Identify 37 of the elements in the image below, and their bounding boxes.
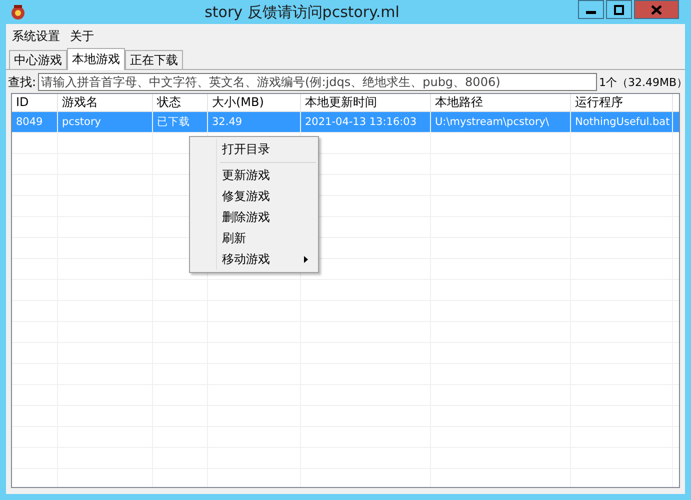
minimize-icon — [586, 11, 596, 14]
column-header[interactable]: 游戏名 — [58, 94, 153, 111]
column-header[interactable]: 本地路径 — [431, 94, 571, 111]
menu-item[interactable]: 更新游戏 — [190, 165, 318, 186]
column-header[interactable]: ID — [12, 94, 58, 111]
tab[interactable]: 本地游戏 — [67, 48, 125, 70]
submenu-arrow-icon — [304, 256, 308, 263]
tab[interactable]: 正在下载 — [125, 50, 183, 69]
close-button[interactable] — [634, 0, 679, 19]
search-field[interactable]: 请输入拼音首字母、中文字符、英文名、游戏编号(例:jdqs、绝地求生、pubg、8006) — [38, 73, 597, 91]
menu-bar-item[interactable]: 关于 — [66, 28, 98, 44]
table-cell: NothingUseful.bat — [571, 112, 673, 132]
close-icon — [651, 4, 662, 14]
table-cell: 8049 — [12, 112, 58, 132]
search-label: 查找: — [8, 74, 36, 90]
maximize-button[interactable] — [606, 0, 632, 19]
column-header[interactable]: 本地更新时间 — [301, 94, 431, 111]
summary-text: 1个（32.49MB） — [599, 74, 683, 90]
table-cell: 32.49 — [208, 112, 301, 132]
column-header[interactable]: 大小(MB) — [208, 94, 301, 111]
menu-item[interactable]: 修复游戏 — [190, 186, 318, 207]
menu-item[interactable]: 删除游戏 — [190, 207, 318, 228]
menu-item[interactable]: 移动游戏 — [190, 249, 318, 270]
app-icon — [10, 4, 26, 20]
table-cell: 2021-04-13 13:16:03 — [301, 112, 431, 132]
minimize-button[interactable] — [578, 0, 604, 19]
table-cell: U:\mystream\pcstory\ — [431, 112, 571, 132]
column-header[interactable]: 状态 — [153, 94, 208, 111]
column-header[interactable]: 运行程序 — [571, 94, 673, 111]
menu-bar-item[interactable]: 系统设置 — [8, 28, 64, 44]
table-cell: pcstory — [58, 112, 153, 132]
table-cell: 已下载 — [153, 112, 208, 132]
tab[interactable]: 中心游戏 — [9, 50, 67, 69]
menu-item[interactable]: 打开目录 — [190, 139, 318, 160]
menu-item[interactable]: 刷新 — [190, 228, 318, 249]
maximize-icon — [614, 4, 624, 14]
window-title: story 反馈请访问pcstory.ml — [204, 2, 400, 22]
